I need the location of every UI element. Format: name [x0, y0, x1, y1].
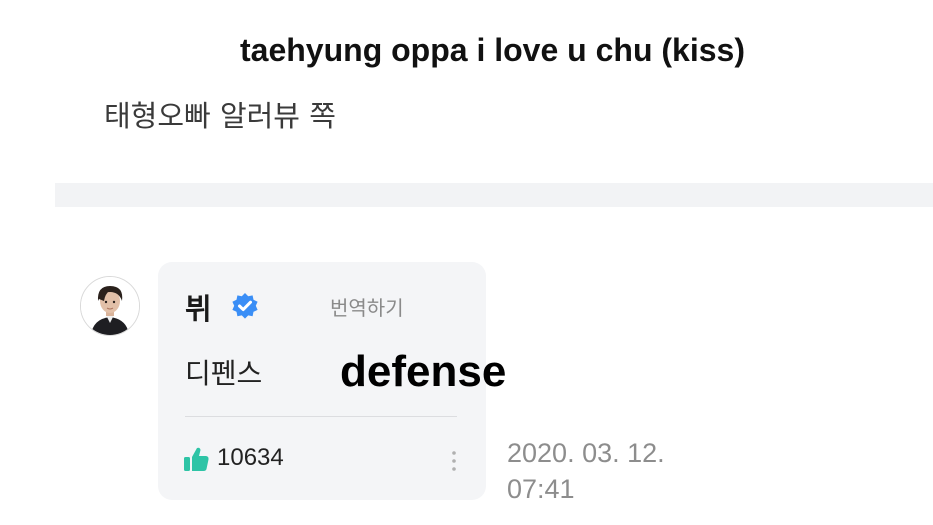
english-caption: taehyung oppa i love u chu (kiss) [240, 32, 745, 68]
vertical-ellipsis-icon[interactable] [448, 446, 460, 476]
like-count: 10634 [217, 444, 284, 471]
comment-date: 2020. 03. 12. [507, 438, 665, 468]
korean-caption: 태형오빠 알러뷰 쪽 [104, 99, 336, 133]
verified-badge-icon [232, 293, 258, 319]
comment-author[interactable]: 뷔 [185, 286, 212, 328]
screenshot: taehyung oppa i love u chu (kiss) 태형오빠 알… [0, 0, 933, 525]
comment-text: 디펜스 [185, 357, 263, 390]
avatar-image [81, 277, 139, 335]
thumbs-up-icon[interactable] [182, 445, 210, 473]
section-divider [55, 183, 933, 207]
comment-separator [185, 416, 457, 417]
avatar[interactable] [80, 276, 140, 336]
english-translation-overlay: defense [340, 347, 507, 396]
comment-timestamp: 2020. 03. 12. 07:41 [507, 435, 665, 507]
translate-button[interactable]: 번역하기 [330, 292, 404, 321]
comment-time: 07:41 [507, 474, 575, 504]
